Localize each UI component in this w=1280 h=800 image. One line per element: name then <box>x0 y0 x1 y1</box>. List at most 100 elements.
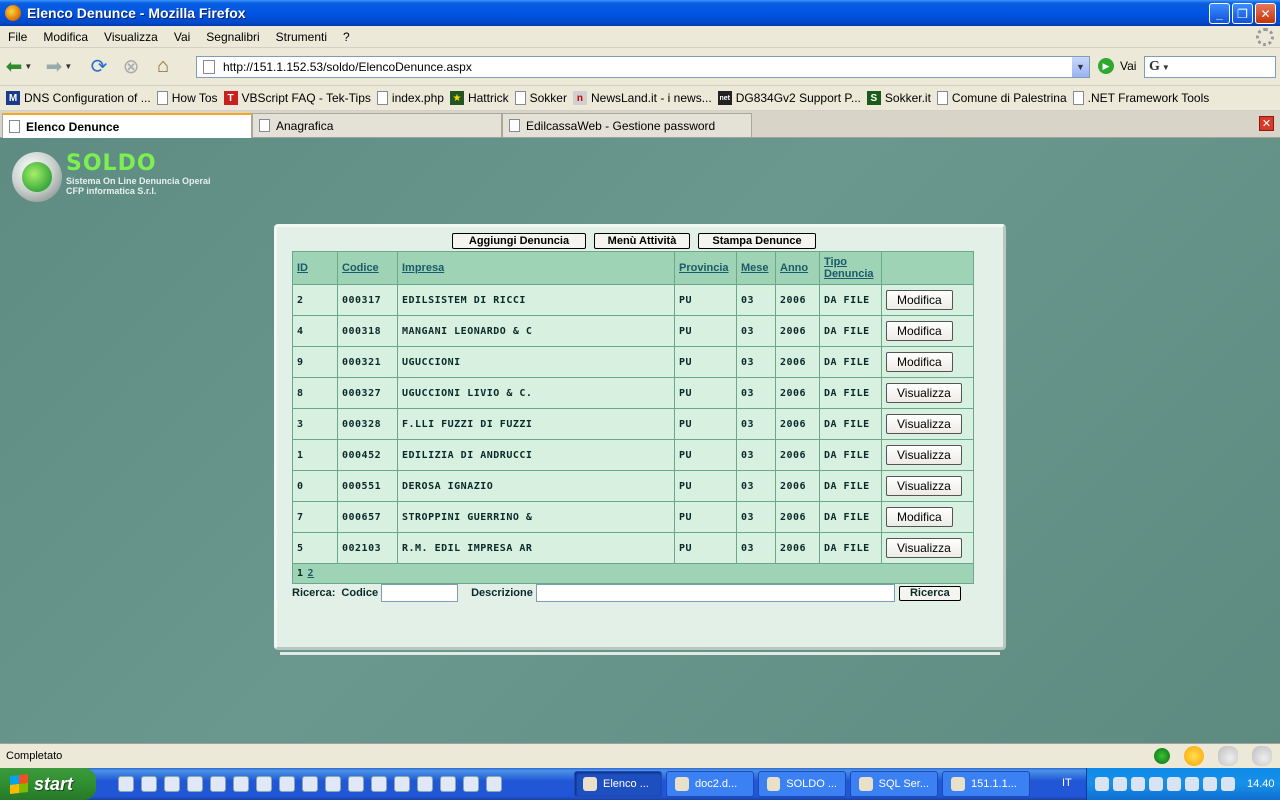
quicklaunch-icon[interactable] <box>210 776 226 792</box>
bookmark-sokker[interactable]: Sokker <box>514 91 567 105</box>
modifica-button[interactable]: Modifica <box>886 290 953 310</box>
window-titlebar[interactable]: Elenco Denunce - Mozilla Firefox _ ❐ ✕ <box>0 0 1280 26</box>
tray-icon[interactable] <box>1131 777 1145 791</box>
quicklaunch-icon[interactable] <box>141 776 157 792</box>
sort-tipo-denuncia-link[interactable]: Tipo Denuncia <box>819 251 882 285</box>
bookmark-dns-configuration[interactable]: M DNS Configuration of ... <box>6 91 151 105</box>
language-indicator[interactable]: IT <box>1062 777 1072 789</box>
tab-anagrafica[interactable]: Anagrafica <box>252 113 502 137</box>
bookmark-index-php[interactable]: index.php <box>376 91 444 105</box>
quicklaunch-icon[interactable] <box>325 776 341 792</box>
quicklaunch-icon[interactable] <box>233 776 249 792</box>
menu-attivita-button[interactable]: Menù Attività <box>594 233 690 249</box>
clock[interactable]: 14.40 <box>1247 778 1275 790</box>
visualizza-button[interactable]: Visualizza <box>886 414 962 434</box>
tab-elenco-denunce[interactable]: Elenco Denunce <box>2 113 252 138</box>
sort-id-link[interactable]: ID <box>292 251 338 285</box>
page-2-link[interactable]: 2 <box>308 568 315 579</box>
back-dropdown-icon[interactable]: ▼ <box>24 62 32 71</box>
tray-icon[interactable] <box>1185 777 1199 791</box>
bookmark-newsland[interactable]: n NewsLand.it - i news... <box>572 91 712 105</box>
quicklaunch-icon[interactable] <box>118 776 134 792</box>
modifica-button[interactable]: Modifica <box>886 507 953 527</box>
sort-codice-link[interactable]: Codice <box>337 251 398 285</box>
tray-expand-icon[interactable] <box>1095 777 1109 791</box>
go-button[interactable]: ▶ Vai <box>1098 58 1136 74</box>
menu-file[interactable]: File <box>0 30 35 44</box>
visualizza-button[interactable]: Visualizza <box>886 383 962 403</box>
status-ok-icon[interactable] <box>1154 748 1170 764</box>
menu-vai[interactable]: Vai <box>166 30 198 44</box>
stop-button[interactable]: ⊗ <box>118 54 144 80</box>
menu-modifica[interactable]: Modifica <box>35 30 96 44</box>
task-remote[interactable]: 151.1.1... <box>942 771 1030 797</box>
menu-visualizza[interactable]: Visualizza <box>96 30 166 44</box>
ricerca-button[interactable]: Ricerca <box>898 585 961 601</box>
quicklaunch-icon[interactable] <box>279 776 295 792</box>
task-soldo[interactable]: SOLDO ... <box>758 771 846 797</box>
quicklaunch-icon[interactable] <box>417 776 433 792</box>
google-icon[interactable]: G <box>1149 59 1160 75</box>
tray-icon[interactable] <box>1221 777 1235 791</box>
menu-strumenti[interactable]: Strumenti <box>268 30 335 44</box>
forward-button[interactable]: ➡ ▼ <box>46 54 73 80</box>
home-button[interactable]: ⌂ <box>150 54 176 80</box>
quicklaunch-icon[interactable] <box>256 776 272 792</box>
add-denuncia-button[interactable]: Aggiungi Denuncia <box>452 233 586 249</box>
bookmark-sokker-it[interactable]: S Sokker.it <box>866 91 931 105</box>
modifica-button[interactable]: Modifica <box>886 321 953 341</box>
close-button[interactable]: ✕ <box>1255 3 1276 24</box>
visualizza-button[interactable]: Visualizza <box>886 538 962 558</box>
sort-impresa-link[interactable]: Impresa <box>397 251 675 285</box>
task-elenco[interactable]: Elenco ... <box>574 771 662 797</box>
tray-icon[interactable] <box>1167 777 1181 791</box>
print-denunce-button[interactable]: Stampa Denunce <box>698 233 816 249</box>
codice-input[interactable] <box>381 584 459 602</box>
modifica-button[interactable]: Modifica <box>886 352 953 372</box>
start-button[interactable]: start <box>0 768 96 800</box>
address-bar[interactable]: http://151.1.152.53/soldo/ElencoDenunce.… <box>196 56 1090 78</box>
tray-icon[interactable] <box>1149 777 1163 791</box>
minimize-button[interactable]: _ <box>1209 3 1230 24</box>
menu-segnalibri[interactable]: Segnalibri <box>198 30 267 44</box>
tray-icon[interactable] <box>1203 777 1217 791</box>
address-dropdown-icon[interactable]: ▼ <box>1072 57 1089 77</box>
sort-provincia-link[interactable]: Provincia <box>674 251 737 285</box>
quicklaunch-icon[interactable] <box>348 776 364 792</box>
restore-button[interactable]: ❐ <box>1232 3 1253 24</box>
close-tab-icon[interactable]: ✕ <box>1259 116 1274 131</box>
quicklaunch-icon[interactable] <box>302 776 318 792</box>
address-url[interactable]: http://151.1.152.53/soldo/ElencoDenunce.… <box>223 60 472 74</box>
bookmark-comune-palestrina[interactable]: Comune di Palestrina <box>936 91 1067 105</box>
sort-mese-link[interactable]: Mese <box>736 251 776 285</box>
reload-button[interactable]: ⟳ <box>86 54 112 80</box>
bookmark-hattrick[interactable]: ★ Hattrick <box>449 91 509 105</box>
search-engine-dropdown-icon[interactable]: ▼ <box>1162 63 1170 72</box>
bookmark-dg834gv2[interactable]: net DG834Gv2 Support P... <box>717 91 861 105</box>
bookmark-vbscript-faq[interactable]: T VBScript FAQ - Tek-Tips <box>223 91 371 105</box>
quicklaunch-icon[interactable] <box>164 776 180 792</box>
tray-icon[interactable] <box>1113 777 1127 791</box>
bookmark-how-tos[interactable]: How Tos <box>156 91 218 105</box>
skype-icon[interactable] <box>187 776 203 792</box>
firefox-icon[interactable] <box>371 776 387 792</box>
sort-anno-link[interactable]: Anno <box>775 251 820 285</box>
forward-dropdown-icon[interactable]: ▼ <box>64 62 72 71</box>
bookmark-net-framework-tools[interactable]: .NET Framework Tools <box>1072 91 1209 105</box>
search-box[interactable]: G ▼ <box>1144 56 1276 78</box>
quicklaunch-icon[interactable] <box>440 776 456 792</box>
back-button[interactable]: ⬅ ▼ <box>6 54 33 80</box>
visualizza-button[interactable]: Visualizza <box>886 476 962 496</box>
visualizza-button[interactable]: Visualizza <box>886 445 962 465</box>
task-sql-server[interactable]: SQL Ser... <box>850 771 938 797</box>
quicklaunch-icon[interactable] <box>486 776 502 792</box>
descrizione-input[interactable] <box>535 584 895 602</box>
weather-sun-icon[interactable] <box>1184 746 1204 766</box>
tab-edilcassaweb[interactable]: EdilcassaWeb - Gestione password <box>502 113 752 137</box>
internet-explorer-icon[interactable] <box>463 776 479 792</box>
weather-cloud-icon[interactable] <box>1252 746 1272 766</box>
quicklaunch-icon[interactable] <box>394 776 410 792</box>
weather-storm-icon[interactable] <box>1218 746 1238 766</box>
task-doc2[interactable]: doc2.d... <box>666 771 754 797</box>
menu-help[interactable]: ? <box>335 30 358 44</box>
